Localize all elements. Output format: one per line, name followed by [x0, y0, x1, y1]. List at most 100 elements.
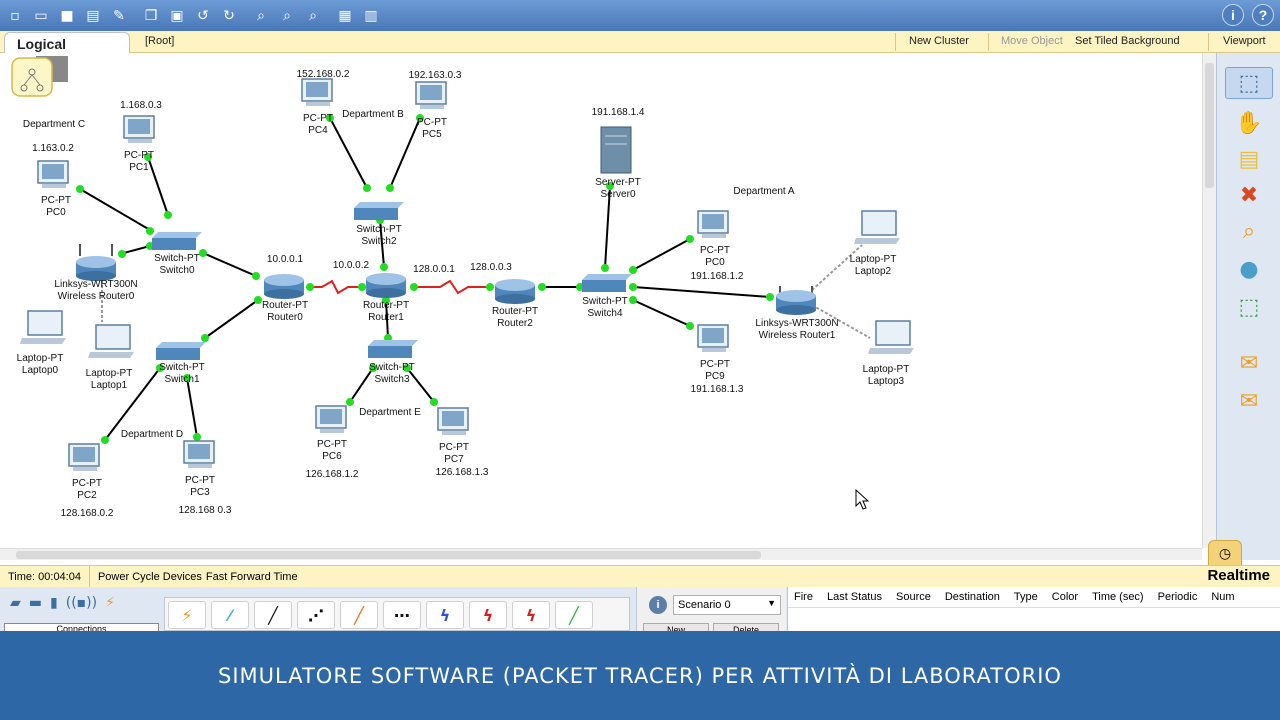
link-switch0-router0[interactable]	[202, 252, 257, 277]
power-cycle-button[interactable]: Power Cycle Devices	[90, 566, 206, 587]
activity-wizard-icon[interactable]: ✎	[108, 5, 130, 27]
scenario-select[interactable]: Scenario 0 ▼	[673, 595, 781, 615]
column-destination[interactable]: Destination	[945, 591, 1000, 603]
note-icon[interactable]: ▤	[1225, 143, 1273, 175]
add-simple-pdu-icon[interactable]: ✉	[1225, 347, 1273, 379]
cluster-icon[interactable]	[11, 56, 68, 97]
scenario-info-icon[interactable]: i	[649, 596, 667, 614]
wireless-category-icon[interactable]: ((▪))	[66, 595, 97, 611]
pc-icon[interactable]	[697, 210, 729, 238]
column-fire[interactable]: Fire	[794, 591, 813, 603]
router-icon[interactable]	[366, 273, 406, 298]
auto-connect-icon[interactable]: ⚡	[168, 601, 206, 629]
help-icon[interactable]: ?	[1252, 4, 1274, 26]
zoom-reset-icon[interactable]: ⌕	[276, 5, 298, 27]
wireless-router-icon[interactable]	[776, 286, 816, 315]
link-switch4-wrouter1[interactable]	[632, 286, 771, 298]
serial-dte-icon[interactable]: ϟ	[512, 601, 550, 629]
pc-icon[interactable]	[437, 407, 469, 435]
link-switch3-pc6[interactable]	[349, 367, 374, 403]
column-periodic[interactable]: Periodic	[1158, 591, 1198, 603]
laptop-icon[interactable]	[20, 310, 66, 344]
link-switch1-pc3[interactable]	[186, 377, 198, 438]
column-color[interactable]: Color	[1052, 591, 1078, 603]
horizontal-scrollbar[interactable]	[0, 548, 1202, 560]
switch-icon[interactable]	[152, 232, 202, 250]
delete-icon[interactable]: ✖	[1225, 179, 1273, 211]
wireless-router-icon[interactable]	[76, 244, 116, 281]
switches-category-icon[interactable]: ▬	[29, 595, 42, 611]
link-switch3-pc7[interactable]	[406, 367, 435, 403]
select-icon[interactable]: ⬚	[1225, 67, 1273, 99]
pc-icon[interactable]	[697, 324, 729, 352]
inspect-icon[interactable]: ⌕	[1225, 215, 1273, 247]
palette-icon[interactable]: ▦	[334, 5, 356, 27]
link-router1-router2[interactable]	[414, 279, 490, 295]
copper-straight-icon[interactable]: ╱	[254, 601, 292, 629]
add-complex-pdu-icon[interactable]: ✉	[1225, 385, 1273, 417]
column-source[interactable]: Source	[896, 591, 931, 603]
column-time[interactable]: Time (sec)	[1092, 591, 1144, 603]
link-switch4-pc9[interactable]	[632, 299, 691, 327]
save-icon[interactable]: ■	[56, 5, 78, 27]
link-pc4-switch2[interactable]	[329, 117, 368, 189]
link-pc5-switch2[interactable]	[389, 117, 421, 189]
fiber-icon[interactable]: ╱	[340, 601, 378, 629]
vertical-scrollbar[interactable]	[1202, 53, 1216, 548]
phone-cable-icon[interactable]: ⋯	[383, 601, 421, 629]
pc-icon[interactable]	[301, 78, 333, 106]
column-num[interactable]: Num	[1211, 591, 1234, 603]
serial-dce-icon[interactable]: ϟ	[469, 601, 507, 629]
router-icon[interactable]	[264, 274, 304, 299]
new-cluster-button[interactable]: New Cluster	[909, 35, 969, 47]
paste-icon[interactable]: ▣	[166, 5, 188, 27]
laptop-icon[interactable]	[868, 320, 914, 354]
copper-cross-icon[interactable]: ⋰	[297, 601, 335, 629]
switch-icon[interactable]	[368, 340, 418, 358]
router-icon[interactable]	[495, 279, 535, 304]
custom-device-icon[interactable]: ▥	[360, 5, 382, 27]
switch-icon[interactable]	[156, 342, 206, 360]
redo-icon[interactable]: ↻	[218, 5, 240, 27]
laptop-icon[interactable]	[88, 324, 134, 358]
pc-icon[interactable]	[183, 440, 215, 468]
copy-icon[interactable]: ❐	[140, 5, 162, 27]
pc-icon[interactable]	[315, 405, 347, 433]
draw-shape-icon[interactable]: ●	[1225, 253, 1273, 285]
new-file-icon[interactable]: ▫	[4, 5, 26, 27]
resize-icon[interactable]: ⬚	[1225, 291, 1273, 323]
info-icon[interactable]: i	[1222, 4, 1244, 26]
octal-cable-icon[interactable]: ╱	[555, 601, 593, 629]
zoom-in-icon[interactable]: ⌕	[250, 5, 272, 27]
link-switch4-pc0[interactable]	[632, 238, 691, 271]
print-icon[interactable]: ▤	[82, 5, 104, 27]
server-icon[interactable]	[600, 126, 632, 174]
open-folder-icon[interactable]: ▭	[30, 5, 52, 27]
logical-workspace[interactable]: 1.168.0.3 PC-PT PC1 1.163.0.2 PC-PT PC0 …	[0, 53, 1202, 548]
viewport-button[interactable]: Viewport	[1223, 35, 1266, 47]
coaxial-icon[interactable]: ϟ	[426, 601, 464, 629]
link-pc0-switch0[interactable]	[79, 188, 151, 231]
tab-logical[interactable]: Logical	[4, 32, 130, 55]
laptop-icon[interactable]	[854, 210, 900, 244]
pc-icon[interactable]	[68, 443, 100, 471]
pc-icon[interactable]	[37, 160, 69, 188]
column-type[interactable]: Type	[1014, 591, 1038, 603]
pc-icon[interactable]	[123, 115, 155, 143]
set-tiled-background-button[interactable]: Set Tiled Background	[1075, 35, 1180, 47]
realtime-mode-tab[interactable]: Realtime	[1207, 567, 1270, 584]
connections-category-icon[interactable]: ⚡	[105, 595, 115, 611]
console-cable-icon[interactable]: ⁄	[211, 601, 249, 629]
switch-icon[interactable]	[582, 274, 632, 292]
switch-icon[interactable]	[354, 202, 404, 220]
routers-category-icon[interactable]: ▰	[10, 595, 21, 611]
pc-icon[interactable]	[415, 81, 447, 109]
link-pc1-switch0[interactable]	[147, 156, 169, 216]
move-object-button[interactable]: Move Object	[1001, 35, 1063, 47]
undo-icon[interactable]: ↺	[192, 5, 214, 27]
zoom-out-icon[interactable]: ⌕	[302, 5, 324, 27]
realtime-clock-icon[interactable]: ◷	[1208, 540, 1242, 566]
move-hand-icon[interactable]: ✋	[1225, 107, 1273, 139]
column-last-status[interactable]: Last Status	[827, 591, 882, 603]
link-switch1-router0[interactable]	[204, 299, 259, 339]
